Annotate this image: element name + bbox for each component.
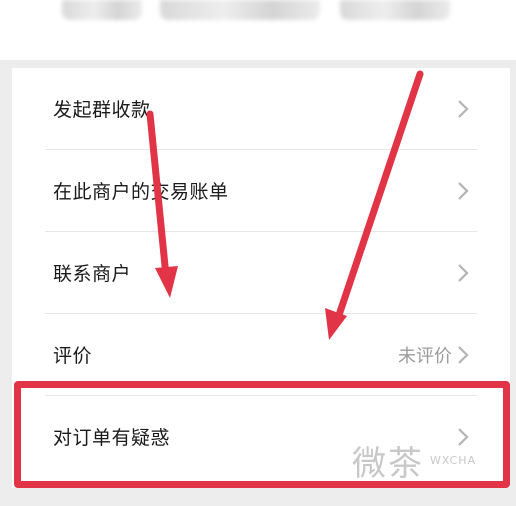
menu-item-group-payment[interactable]: 发起群收款	[12, 68, 510, 149]
menu-item-merchant-bills[interactable]: 在此商户的交易账单	[12, 150, 510, 231]
chevron-right-icon	[458, 263, 469, 282]
blurred-content	[340, 0, 450, 20]
menu-item-contact-merchant[interactable]: 联系商户	[12, 232, 510, 313]
top-card-blurred	[0, 0, 516, 60]
menu-item-label: 在此商户的交易账单	[53, 181, 229, 203]
watermark-text: 微茶	[352, 443, 424, 484]
chevron-right-icon	[458, 99, 469, 118]
chevron-right-icon	[458, 181, 469, 200]
blurred-content	[62, 0, 142, 20]
watermark: 微茶 WXCHA	[352, 432, 502, 488]
menu-item-label: 发起群收款	[53, 99, 151, 121]
watermark-subtext: WXCHA	[430, 453, 477, 467]
review-status: 未评价	[398, 345, 452, 367]
menu-item-label: 联系商户	[53, 263, 132, 285]
menu-item-label: 评价	[53, 345, 93, 367]
blurred-content	[160, 0, 320, 20]
chevron-right-icon	[458, 345, 469, 364]
